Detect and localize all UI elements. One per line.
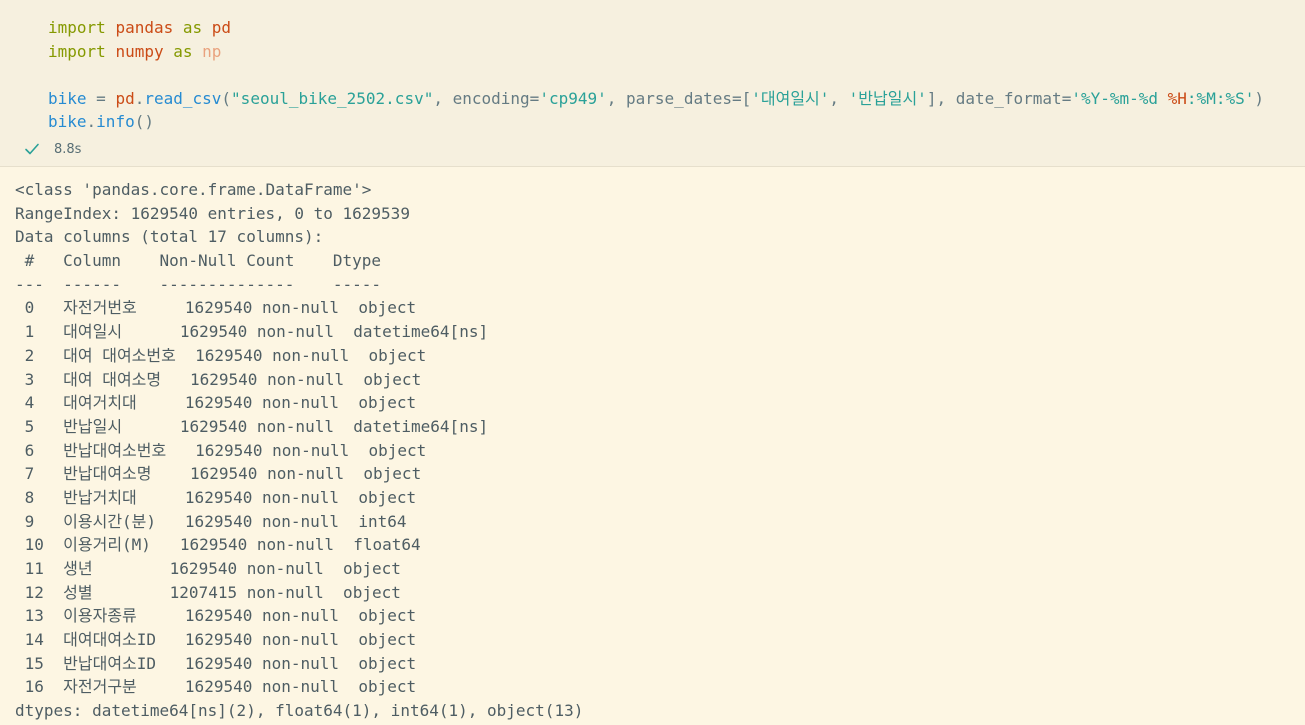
code-line[interactable] bbox=[48, 63, 1264, 87]
code-token: '%Y-%m-%d bbox=[1071, 88, 1168, 108]
code-token: 'cp949' bbox=[539, 88, 607, 108]
cell-execution-status: 8.8s bbox=[24, 141, 81, 157]
code-token: "seoul_bike_2502.csv" bbox=[231, 88, 434, 108]
code-token: ) bbox=[1254, 88, 1264, 108]
code-token: import bbox=[48, 18, 106, 37]
code-token: %H bbox=[1167, 88, 1187, 108]
output-line: # Column Non-Null Count Dtype bbox=[15, 251, 382, 271]
output-line: 15 반납대여소ID 1629540 non-null object bbox=[15, 653, 417, 673]
code-editor[interactable]: import pandas as pd import numpy as np bi… bbox=[48, 16, 1264, 134]
code-token: , encoding= bbox=[433, 88, 540, 108]
output-line: 5 반납일시 1629540 non-null datetime64[ns] bbox=[15, 416, 489, 436]
output-line: 4 대여거치대 1629540 non-null object bbox=[15, 393, 417, 413]
code-token: pandas bbox=[115, 18, 174, 37]
output-line: 16 자전거구분 1629540 non-null object bbox=[15, 677, 417, 697]
code-token: np bbox=[202, 41, 222, 61]
code-token: () bbox=[134, 112, 154, 131]
code-token: '반납일시' bbox=[848, 88, 927, 108]
code-token: read_csv bbox=[144, 88, 222, 108]
output-line: 10 이용거리(M) 1629540 non-null float64 bbox=[15, 535, 421, 555]
code-line[interactable]: bike.info() bbox=[48, 110, 1264, 134]
output-line: 0 자전거번호 1629540 non-null object bbox=[15, 298, 417, 318]
output-line: --- ------ -------------- ----- bbox=[15, 274, 382, 294]
output-line: Data columns (total 17 columns): bbox=[15, 227, 324, 247]
output-line: 2 대여 대여소번호 1629540 non-null object bbox=[15, 345, 427, 365]
code-line[interactable]: import numpy as np bbox=[48, 40, 1264, 64]
output-line: 9 이용시간(분) 1629540 non-null int64 bbox=[15, 511, 407, 531]
code-token: , bbox=[829, 88, 849, 108]
code-cell[interactable]: import pandas as pd import numpy as np bi… bbox=[0, 0, 1305, 167]
code-token: pd bbox=[115, 88, 135, 108]
code-token: bike bbox=[48, 88, 87, 108]
output-line: 11 생년 1629540 non-null object bbox=[15, 559, 401, 578]
output-line: 6 반납대여소번호 1629540 non-null object bbox=[15, 440, 427, 460]
checkmark-icon bbox=[25, 143, 39, 155]
code-token: = bbox=[86, 88, 116, 108]
output-line: 14 대여대여소ID 1629540 non-null object bbox=[15, 630, 417, 650]
output-line: 8 반납거치대 1629540 non-null object bbox=[15, 487, 417, 507]
code-token: as bbox=[182, 18, 203, 37]
code-token: . bbox=[134, 88, 145, 108]
code-line[interactable]: bike = pd.read_csv("seoul_bike_2502.csv"… bbox=[48, 87, 1264, 111]
code-token: info bbox=[96, 112, 135, 131]
code-token: bike bbox=[48, 112, 87, 131]
code-token: as bbox=[173, 41, 193, 61]
code-token: pd bbox=[211, 18, 232, 37]
output-line: 12 성별 1207415 non-null object bbox=[15, 582, 401, 602]
code-line[interactable]: import pandas as pd bbox=[48, 16, 1264, 40]
code-token: import bbox=[48, 41, 106, 61]
execution-duration: 8.8s bbox=[54, 141, 82, 157]
output-line: <class 'pandas.core.frame.DataFrame'> bbox=[15, 180, 372, 199]
output-line: 1 대여일시 1629540 non-null datetime64[ns] bbox=[15, 322, 489, 342]
output-line: 3 대여 대여소명 1629540 non-null object bbox=[15, 369, 422, 389]
output-line: dtypes: datetime64[ns](2), float64(1), i… bbox=[15, 701, 584, 721]
code-token: :%M:%S' bbox=[1186, 88, 1255, 108]
code-token: '대여일시' bbox=[751, 88, 830, 108]
code-token: ], date_format= bbox=[926, 88, 1072, 108]
output-line: 7 반납대여소명 1629540 non-null object bbox=[15, 464, 422, 484]
output-line: 13 이용자종류 1629540 non-null object bbox=[15, 606, 417, 626]
code-token: , parse_dates=[ bbox=[606, 88, 752, 108]
code-token: . bbox=[86, 112, 97, 131]
cell-output: <class 'pandas.core.frame.DataFrame'> Ran… bbox=[15, 178, 583, 723]
output-line: RangeIndex: 1629540 entries, 0 to 162953… bbox=[15, 203, 410, 223]
code-token: ( bbox=[221, 88, 232, 108]
notebook-page: import pandas as pd import numpy as np bi… bbox=[0, 0, 1305, 725]
code-token: numpy bbox=[115, 41, 164, 61]
